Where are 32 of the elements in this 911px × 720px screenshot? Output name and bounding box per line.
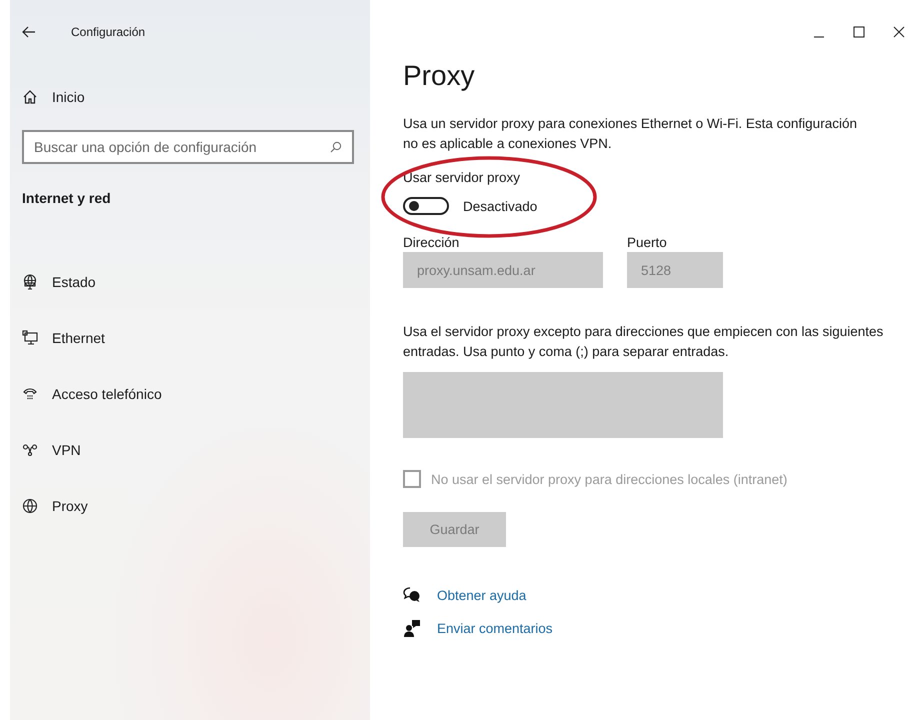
help-chat-icon: [403, 587, 421, 603]
port-label: Puerto: [627, 235, 668, 250]
sidebar-item[interactable]: Proxy: [22, 478, 370, 534]
globe-monitor-icon: [22, 274, 38, 290]
phone-icon: [22, 386, 38, 402]
toggle-state: Desactivado: [463, 198, 538, 214]
home-link[interactable]: Inicio: [22, 64, 370, 130]
toggle-label: Usar servidor proxy: [403, 170, 522, 185]
search-icon: [330, 141, 342, 153]
computer-icon: [22, 330, 38, 346]
sidebar-item[interactable]: Estado: [22, 254, 370, 310]
home-icon: [22, 89, 38, 105]
close-icon[interactable]: [893, 26, 905, 38]
link[interactable]: Enviar comentarios: [437, 620, 553, 636]
sidebar-item[interactable]: Ethernet: [22, 310, 370, 366]
checkbox-label: No usar el servidor proxy para direcciones locales (intranet): [431, 472, 788, 486]
globe-icon: [22, 498, 38, 514]
address-label: Dirección: [403, 235, 460, 250]
maximize-icon[interactable]: [853, 26, 865, 38]
section-heading: Internet y red: [22, 190, 112, 208]
link[interactable]: Obtener ayuda: [437, 588, 526, 602]
back-arrow-icon[interactable]: [22, 26, 36, 38]
description-text: Usa un servidor proxy para conexiones Ethernet o Wi-Fi. Esta configuración no es aplicable a conexiones VPN.: [403, 115, 858, 153]
feedback-person-icon: [403, 619, 421, 637]
sidebar-item[interactable]: Acceso telefónico: [22, 366, 370, 422]
toggle-switch[interactable]: [403, 197, 449, 215]
sidebar-item[interactable]: VPN: [22, 422, 370, 478]
page-title: Proxy: [403, 60, 476, 92]
search-field[interactable]: Buscar una opción de configuración: [22, 130, 354, 164]
window-title: Configuración: [71, 25, 146, 39]
vpn-icon: [22, 443, 38, 457]
exceptions-text: Usa el servidor proxy excepto para direcciones que empiecen con las siguientes entradas. Usa punto y coma (;) para separar entradas.: [403, 323, 884, 361]
